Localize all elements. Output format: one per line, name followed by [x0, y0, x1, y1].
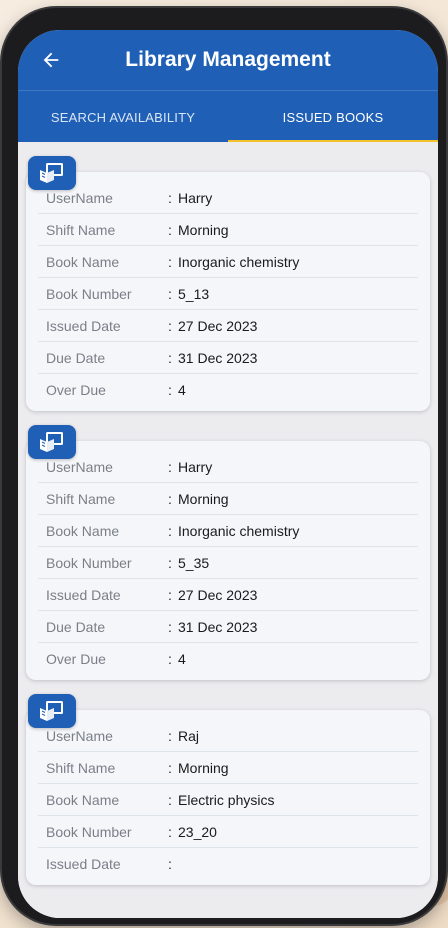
value-shift: Morning: [178, 759, 229, 776]
row-shift: Shift Name : Morning: [38, 752, 418, 784]
value-due-date: 31 Dec 2023: [178, 349, 258, 366]
row-issued-date: Issued Date : 27 Dec 2023: [38, 579, 418, 611]
value-over-due: 4: [178, 381, 186, 398]
row-book-number: Book Number : 5_35: [38, 547, 418, 579]
label-issued-date: Issued Date: [46, 586, 121, 603]
separator: :: [168, 823, 172, 840]
record-card: UserName : Harry Shift Name : Morning Bo…: [26, 172, 430, 411]
label-shift: Shift Name: [46, 490, 116, 507]
row-over-due: Over Due : 4: [38, 643, 418, 674]
separator: :: [168, 221, 172, 238]
book-badge: [28, 156, 76, 190]
row-book-name: Book Name : Inorganic chemistry: [38, 515, 418, 547]
separator: :: [168, 554, 172, 571]
row-username: UserName : Raj: [38, 720, 418, 752]
value-due-date: 31 Dec 2023: [178, 618, 258, 635]
tab-search-availability[interactable]: SEARCH AVAILABILITY: [18, 91, 228, 143]
label-book-name: Book Name: [46, 253, 120, 270]
value-username: Harry: [178, 458, 213, 475]
separator: :: [168, 522, 172, 539]
row-book-number: Book Number : 23_20: [38, 816, 418, 848]
separator: :: [168, 285, 172, 302]
label-shift: Shift Name: [46, 221, 116, 238]
value-issued-date: 27 Dec 2023: [178, 586, 258, 603]
value-book-name: Inorganic chemistry: [178, 522, 300, 539]
page-title: Library Management: [125, 48, 331, 71]
row-username: UserName : Harry: [38, 451, 418, 483]
separator: :: [168, 189, 172, 206]
value-book-number: 5_13: [178, 285, 210, 302]
label-book-number: Book Number: [46, 554, 132, 571]
label-issued-date: Issued Date: [46, 317, 121, 334]
separator: :: [168, 458, 172, 475]
label-username: UserName: [46, 727, 113, 744]
issued-book-card: UserName : Harry Shift Name : Morning Bo…: [26, 421, 430, 680]
separator: :: [168, 490, 172, 507]
label-shift: Shift Name: [46, 759, 116, 776]
separator: :: [168, 253, 172, 270]
row-book-name: Book Name : Inorganic chemistry: [38, 246, 418, 278]
separator: :: [168, 855, 172, 872]
tab-issued-books[interactable]: ISSUED BOOKS: [228, 91, 438, 143]
value-shift: Morning: [178, 221, 229, 238]
value-book-name: Electric physics: [178, 791, 275, 808]
arrow-left-icon: [43, 52, 59, 68]
label-book-number: Book Number: [46, 823, 132, 840]
label-over-due: Over Due: [46, 381, 106, 398]
label-over-due: Over Due: [46, 650, 106, 667]
issued-books-list[interactable]: UserName : Harry Shift Name : Morning Bo…: [18, 142, 438, 918]
separator: :: [168, 791, 172, 808]
separator: :: [168, 650, 172, 667]
row-issued-date: Issued Date : 27 Dec 2023: [38, 310, 418, 342]
value-username: Harry: [178, 189, 213, 206]
value-issued-date: 27 Dec 2023: [178, 317, 258, 334]
back-button[interactable]: [36, 45, 66, 75]
row-over-due: Over Due : 4: [38, 374, 418, 405]
value-over-due: 4: [178, 650, 186, 667]
separator: :: [168, 759, 172, 776]
label-issued-date: Issued Date: [46, 855, 121, 872]
book-reader-icon: [40, 432, 63, 452]
row-book-name: Book Name : Electric physics: [38, 784, 418, 816]
separator: :: [168, 727, 172, 744]
record-card: UserName : Harry Shift Name : Morning Bo…: [26, 441, 430, 680]
row-issued-date: Issued Date :: [38, 848, 418, 879]
book-reader-icon: [40, 701, 63, 721]
value-book-number: 23_20: [178, 823, 217, 840]
label-book-number: Book Number: [46, 285, 132, 302]
book-badge: [28, 694, 76, 728]
label-username: UserName: [46, 458, 113, 475]
tab-bar: SEARCH AVAILABILITY ISSUED BOOKS: [18, 90, 438, 143]
app-bar: Library Management: [18, 30, 438, 90]
value-book-name: Inorganic chemistry: [178, 253, 300, 270]
record-card: UserName : Raj Shift Name : Morning Book…: [26, 710, 430, 885]
row-book-number: Book Number : 5_13: [38, 278, 418, 310]
issued-book-card: UserName : Raj Shift Name : Morning Book…: [26, 690, 430, 885]
phone-frame: Library Management SEARCH AVAILABILITY I…: [2, 8, 446, 924]
separator: :: [168, 349, 172, 366]
separator: :: [168, 381, 172, 398]
label-due-date: Due Date: [46, 618, 106, 635]
row-due-date: Due Date : 31 Dec 2023: [38, 611, 418, 643]
separator: :: [168, 618, 172, 635]
separator: :: [168, 586, 172, 603]
label-book-name: Book Name: [46, 522, 120, 539]
label-username: UserName: [46, 189, 113, 206]
row-due-date: Due Date : 31 Dec 2023: [38, 342, 418, 374]
screen: Library Management SEARCH AVAILABILITY I…: [18, 30, 438, 918]
value-book-number: 5_35: [178, 554, 210, 571]
value-shift: Morning: [178, 490, 229, 507]
book-reader-icon: [40, 163, 63, 183]
book-badge: [28, 425, 76, 459]
value-username: Raj: [178, 727, 200, 744]
row-username: UserName : Harry: [38, 182, 418, 214]
row-shift: Shift Name : Morning: [38, 214, 418, 246]
separator: :: [168, 317, 172, 334]
row-shift: Shift Name : Morning: [38, 483, 418, 515]
issued-book-card: UserName : Harry Shift Name : Morning Bo…: [26, 152, 430, 411]
label-due-date: Due Date: [46, 349, 106, 366]
label-book-name: Book Name: [46, 791, 120, 808]
